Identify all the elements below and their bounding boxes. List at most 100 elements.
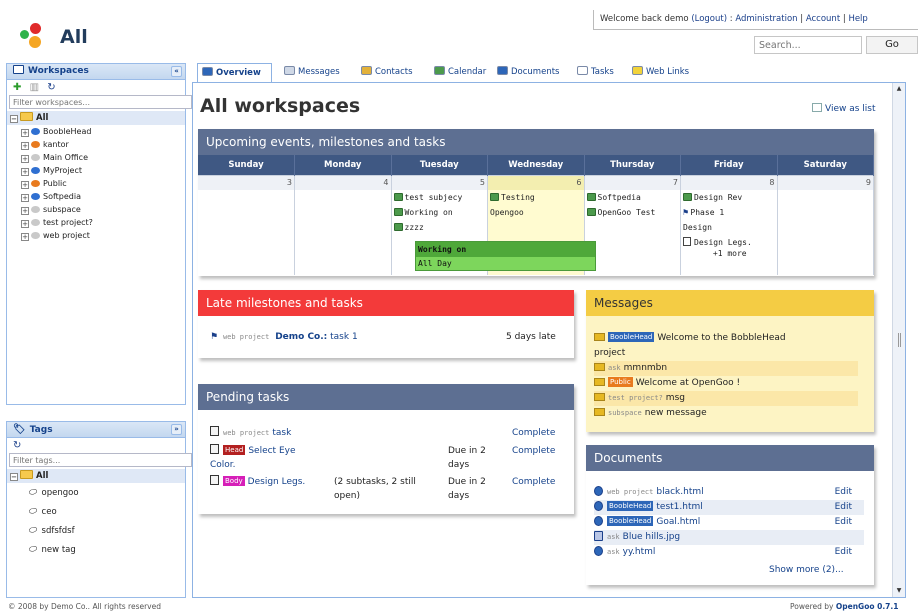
expand-icon[interactable]: + (21, 220, 29, 228)
workspace-item[interactable]: + web project (7, 229, 185, 242)
expand-icon[interactable]: + (21, 207, 29, 215)
document-row[interactable]: BoobleHead test1.html Edit (594, 500, 864, 515)
calendar-event[interactable]: OpenGoo Test (585, 205, 681, 220)
calendar-event[interactable]: Design Legs. (681, 235, 777, 250)
document-row[interactable]: ask Blue hills.jpg (594, 530, 864, 545)
expand-icon[interactable]: + (21, 194, 29, 202)
tag-item[interactable]: ⬭ new tag (7, 540, 185, 559)
calendar-day-sunday[interactable]: 3 (198, 174, 295, 275)
add-workspace-icon[interactable]: ✚ (13, 82, 21, 93)
account-link[interactable]: Account (806, 14, 840, 24)
calendar-event[interactable]: Working on (392, 205, 488, 220)
complete-task-link[interactable]: Complete (512, 426, 555, 440)
calendar-event[interactable]: Design (681, 220, 777, 235)
edit-document-link[interactable]: Edit (835, 515, 852, 530)
tab-web-links[interactable]: Web Links (628, 63, 698, 82)
message-row[interactable]: subspace new message (594, 406, 858, 421)
refresh-tags-icon[interactable]: ↻ (13, 440, 21, 451)
refresh-icon[interactable]: ↻ (47, 82, 55, 93)
tag-item[interactable]: ⬭ ceo (7, 502, 185, 521)
message-row[interactable]: BoobleHead Welcome to the BobbleHead proje… (594, 331, 858, 361)
calendar-event[interactable]: ⚑ Phase 1 (681, 205, 777, 220)
complete-task-link[interactable]: Complete (512, 475, 555, 489)
go-button[interactable]: Go (866, 36, 918, 54)
document-row[interactable]: ask yy.html Edit (594, 545, 864, 560)
message-subject[interactable]: Welcome to the BobbleHead (657, 333, 785, 343)
workspace-tree-root[interactable]: − All (7, 111, 185, 125)
pending-task-row[interactable]: Body Design Legs. (210, 475, 330, 489)
administration-link[interactable]: Administration (735, 14, 797, 24)
workspace-item[interactable]: + Main Office (7, 151, 185, 164)
calendar-event[interactable]: Softpedia (585, 190, 681, 205)
document-link[interactable]: Blue hills.jpg (623, 532, 680, 542)
tab-calendar[interactable]: Calendar (430, 63, 490, 82)
vertical-scrollbar[interactable]: ▲ ▼ (892, 83, 905, 597)
calendar-event[interactable]: Testing (488, 190, 584, 205)
calendar-day-monday[interactable]: 4 (294, 174, 392, 275)
calendar-day-saturday[interactable]: 9 (777, 174, 874, 275)
tag-item[interactable]: ⬭ sdfsfdsf (7, 521, 185, 540)
collapse-tags-icon[interactable]: » (171, 424, 182, 435)
tag-tree-root[interactable]: − All (7, 469, 185, 483)
workspace-item[interactable]: + Softpedia (7, 190, 185, 203)
collapse-left-icon[interactable]: « (171, 66, 182, 77)
client-name[interactable]: Demo Co.: (275, 332, 327, 342)
logout-link[interactable]: (Logout) (691, 14, 727, 24)
calendar-event[interactable]: Design Rev (681, 190, 777, 205)
scroll-down-icon[interactable]: ▼ (895, 587, 903, 595)
scroll-up-icon[interactable]: ▲ (895, 85, 903, 93)
complete-task-link[interactable]: Complete (512, 444, 555, 458)
task-name-link[interactable]: Select Eye (248, 446, 295, 456)
calendar-event[interactable]: test subjecy (392, 190, 488, 205)
collapse-tag-tree-icon[interactable]: − (10, 473, 18, 481)
document-row[interactable]: BoobleHead Goal.html Edit (594, 515, 864, 530)
tag-item[interactable]: ⬭ opengoo (7, 483, 185, 502)
calendar-event[interactable]: Opengoo (488, 205, 584, 220)
workspace-item[interactable]: + subspace (7, 203, 185, 216)
calendar-event[interactable]: zzzz (392, 220, 488, 235)
filter-tags-input[interactable] (9, 453, 192, 467)
workspace-item[interactable]: + test project? (7, 216, 185, 229)
workspace-item[interactable]: + MyProject (7, 164, 185, 177)
edit-document-link[interactable]: Edit (835, 500, 852, 515)
message-subject[interactable]: new message (645, 408, 707, 418)
document-row[interactable]: web project black.html Edit (594, 485, 864, 500)
message-row[interactable]: ask mmnmbn (594, 361, 858, 376)
calendar-day-friday[interactable]: 8 Design Rev ⚑ Phase 1 Design Design Legs… (680, 174, 778, 275)
tab-messages[interactable]: Messages (280, 63, 352, 82)
task-name-link[interactable]: Design Legs. (248, 477, 306, 487)
message-subject[interactable]: mmnmbn (624, 363, 667, 373)
workspace-item[interactable]: + kantor (7, 138, 185, 151)
calendar-day-thursday[interactable]: 7 Softpedia OpenGoo Test (584, 174, 681, 275)
message-row[interactable]: test project? msg (594, 391, 858, 406)
expand-icon[interactable]: + (21, 233, 29, 241)
tab-tasks[interactable]: Tasks (573, 63, 625, 82)
edit-document-link[interactable]: Edit (835, 485, 852, 500)
view-as-list-button[interactable]: View as list (812, 103, 876, 114)
document-link[interactable]: black.html (656, 487, 703, 497)
message-subject[interactable]: Welcome at OpenGoo ! (636, 378, 740, 388)
show-more-documents-link[interactable]: Show more (2)... (769, 565, 844, 575)
message-row[interactable]: Public Welcome at OpenGoo ! (594, 376, 858, 391)
task-link[interactable]: task 1 (330, 332, 358, 342)
pending-task-row[interactable]: Head Select Eye Color. (210, 444, 330, 472)
tab-contacts[interactable]: Contacts (357, 63, 425, 82)
message-subject[interactable]: msg (666, 393, 685, 403)
late-task-row[interactable]: ⚑ web project Demo Co.: task 1 (210, 332, 358, 342)
tab-documents[interactable]: Documents (493, 63, 571, 82)
scroll-grip[interactable] (898, 333, 901, 347)
more-events-link[interactable]: +1 more (681, 250, 777, 258)
edit-document-link[interactable]: Edit (835, 545, 852, 560)
document-link[interactable]: Goal.html (656, 517, 700, 527)
collapse-tree-icon[interactable]: − (10, 115, 18, 123)
tab-overview[interactable]: Overview (197, 63, 272, 83)
expand-icon[interactable]: + (21, 129, 29, 137)
pending-task-row[interactable]: web project task (210, 426, 330, 440)
task-name-link[interactable]: task (272, 428, 291, 438)
powered-by-brand[interactable]: OpenGoo 0.7.1 (836, 602, 899, 611)
document-link[interactable]: test1.html (656, 502, 702, 512)
workspace-item[interactable]: + Public (7, 177, 185, 190)
task-name-link[interactable]: Color. (210, 460, 236, 470)
expand-icon[interactable]: + (21, 155, 29, 163)
expand-icon[interactable]: + (21, 168, 29, 176)
